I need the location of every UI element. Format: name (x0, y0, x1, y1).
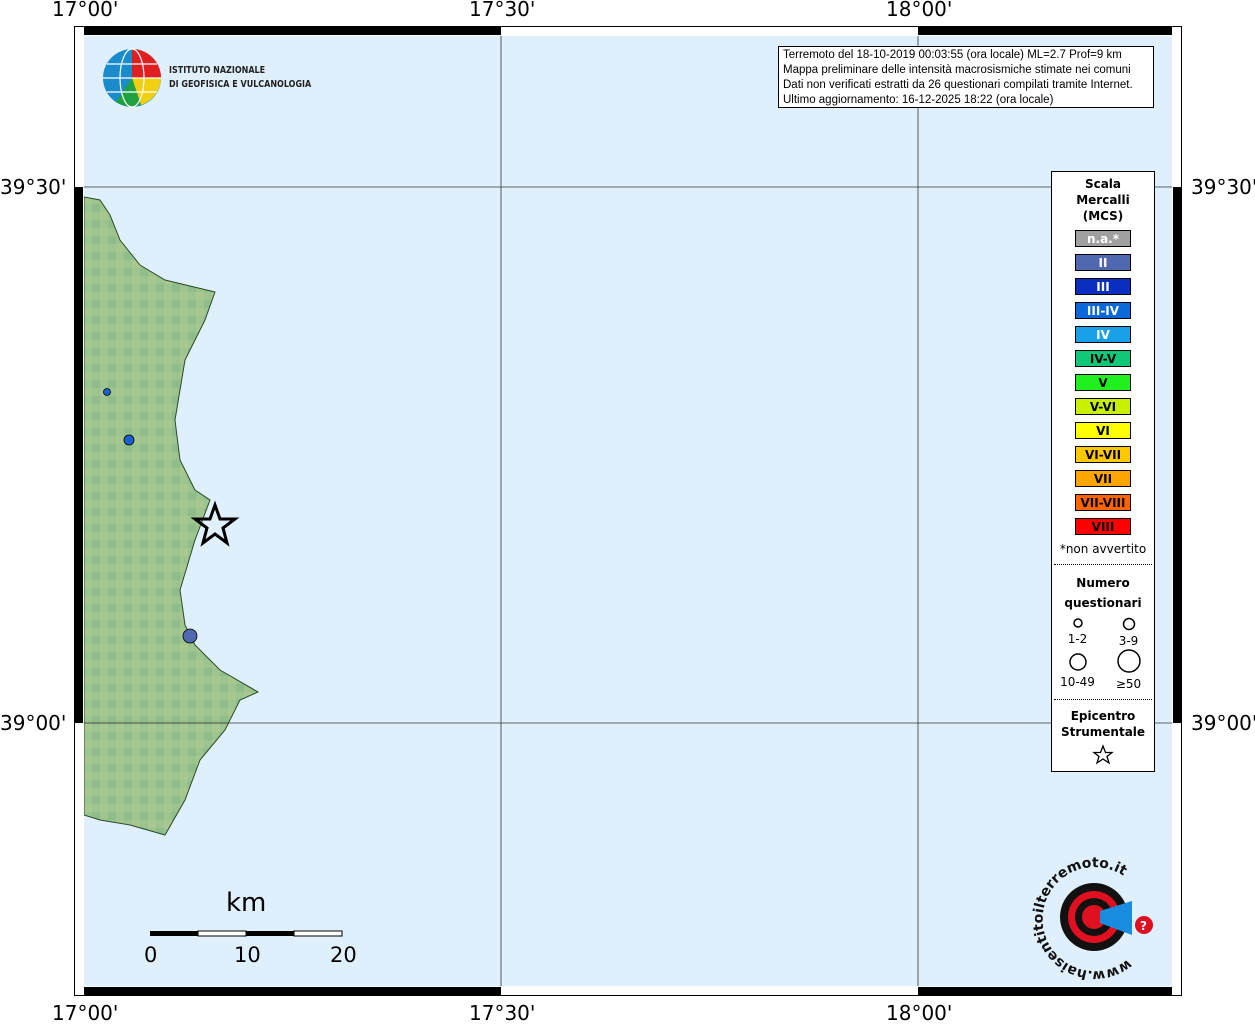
scalebar-unit: km (226, 888, 267, 918)
epicenter-star-icon (1092, 744, 1114, 765)
size-label: 1-2 (1067, 632, 1088, 646)
mcs-swatch-iii-iv: III-IV (1075, 302, 1131, 319)
frame-segment-bottom-2 (918, 987, 1172, 995)
info-line2: Mappa preliminare delle intensità macros… (783, 64, 1131, 76)
intensity-marker[interactable] (103, 388, 111, 396)
scalebar-label: 10 (234, 943, 261, 967)
intensity-marker[interactable] (182, 628, 198, 644)
mcs-swatch-ii: II (1075, 254, 1131, 271)
frame-segment-bottom-1 (84, 987, 501, 995)
mcs-swatch-n-a-: n.a.* (1075, 230, 1131, 247)
mcs-swatch-vi: VI (1075, 422, 1131, 439)
epicenter-title: Epicentro (1070, 709, 1136, 723)
frame-segment-right (1173, 187, 1181, 723)
info-line1: Terremoto del 18-10-2019 00:03:55 (ora l… (783, 49, 1122, 61)
legend-title: Scala (1084, 177, 1122, 191)
epicenter-title: Strumentale (1060, 725, 1146, 739)
map-area[interactable] (84, 36, 1172, 986)
info-line3: Dati non verificati estratti da 26 quest… (783, 79, 1133, 91)
info-line4: Ultimo aggiornamento: 16-12-2025 18:22 (… (783, 94, 1054, 106)
size-10-49-icon (1068, 653, 1087, 671)
lon-tick-top: 17°00' (52, 0, 119, 21)
lat-tick-left: 39°30' (0, 175, 67, 199)
size-50-icon (1116, 649, 1141, 673)
scale-bar (150, 930, 343, 937)
questionnaires-title: Numero (1076, 576, 1130, 590)
lon-tick-bottom: 17°00' (52, 1001, 119, 1025)
legend: Scala Mercalli (MCS) n.a.* II III III-IV IV I… (1051, 171, 1155, 772)
event-info-box: Terremoto del 18-10-2019 00:03:55 (ora l… (778, 46, 1154, 108)
frame-segment-top-2 (918, 27, 1172, 35)
intensity-marker[interactable] (123, 434, 135, 446)
lat-tick-right: 39°00' (1191, 711, 1255, 735)
lon-tick-top: 18°00' (886, 0, 953, 21)
legend-title: (MCS) (1082, 209, 1124, 223)
lat-tick-right: 39°30' (1191, 175, 1255, 199)
ingv-globe-icon (103, 48, 161, 108)
frame-segment-left (75, 187, 83, 723)
size-1-2-icon (1072, 618, 1083, 628)
size-label: ≥50 (1115, 677, 1142, 691)
institute-line1: ISTITUTO NAZIONALE (169, 65, 266, 76)
mcs-swatch-iii: III (1075, 278, 1131, 295)
mcs-swatch-v: V (1075, 374, 1131, 391)
legend-divider (1054, 564, 1152, 565)
legend-divider (1054, 699, 1152, 700)
size-label: 3-9 (1118, 634, 1139, 648)
lon-tick-bottom: 17°30' (469, 1001, 536, 1025)
scalebar-label: 20 (330, 943, 357, 967)
lat-tick-left: 39°00' (0, 711, 67, 735)
mcs-scale-list: n.a.* II III III-IV IV IV-V V V-VI VI VI-VII VII VI… (1052, 230, 1154, 535)
lon-tick-bottom: 18°00' (886, 1001, 953, 1025)
lon-tick-top: 17°30' (469, 0, 536, 21)
legend-title: Mercalli (1076, 193, 1130, 207)
svg-text:?: ? (1140, 919, 1147, 933)
size-3-9-icon (1122, 617, 1135, 631)
mcs-swatch-vii: VII (1075, 470, 1131, 487)
legend-note: *non avvertito (1059, 542, 1147, 556)
scalebar-label: 0 (144, 943, 158, 967)
map-svg (84, 36, 1172, 986)
questionnaires-title: questionari (1064, 596, 1142, 610)
mcs-swatch-vi-vii: VI-VII (1075, 446, 1131, 463)
size-label: 10-49 (1060, 675, 1095, 689)
mcs-swatch-vii-viii: VII-VIII (1075, 494, 1131, 511)
ingv-logo: ISTITUTO NAZIONALE DI GEOFISICA E VULCAN… (101, 47, 311, 113)
mcs-swatch-iv-v: IV-V (1075, 350, 1131, 367)
mcs-swatch-v-vi: V-VI (1075, 398, 1131, 415)
mcs-swatch-viii: VIII (1075, 518, 1131, 535)
coastline-land (84, 196, 260, 836)
mcs-swatch-iv: IV (1075, 326, 1131, 343)
haisentito-logo[interactable]: ? www.haisentitoilterremoto.it (1031, 855, 1157, 984)
frame-segment-top-1 (84, 27, 501, 35)
haisentito-logo-icon: ? www.haisentitoilterremoto.it (1031, 855, 1153, 983)
institute-line2: DI GEOFISICA E VULCANOLOGIA (169, 79, 312, 90)
